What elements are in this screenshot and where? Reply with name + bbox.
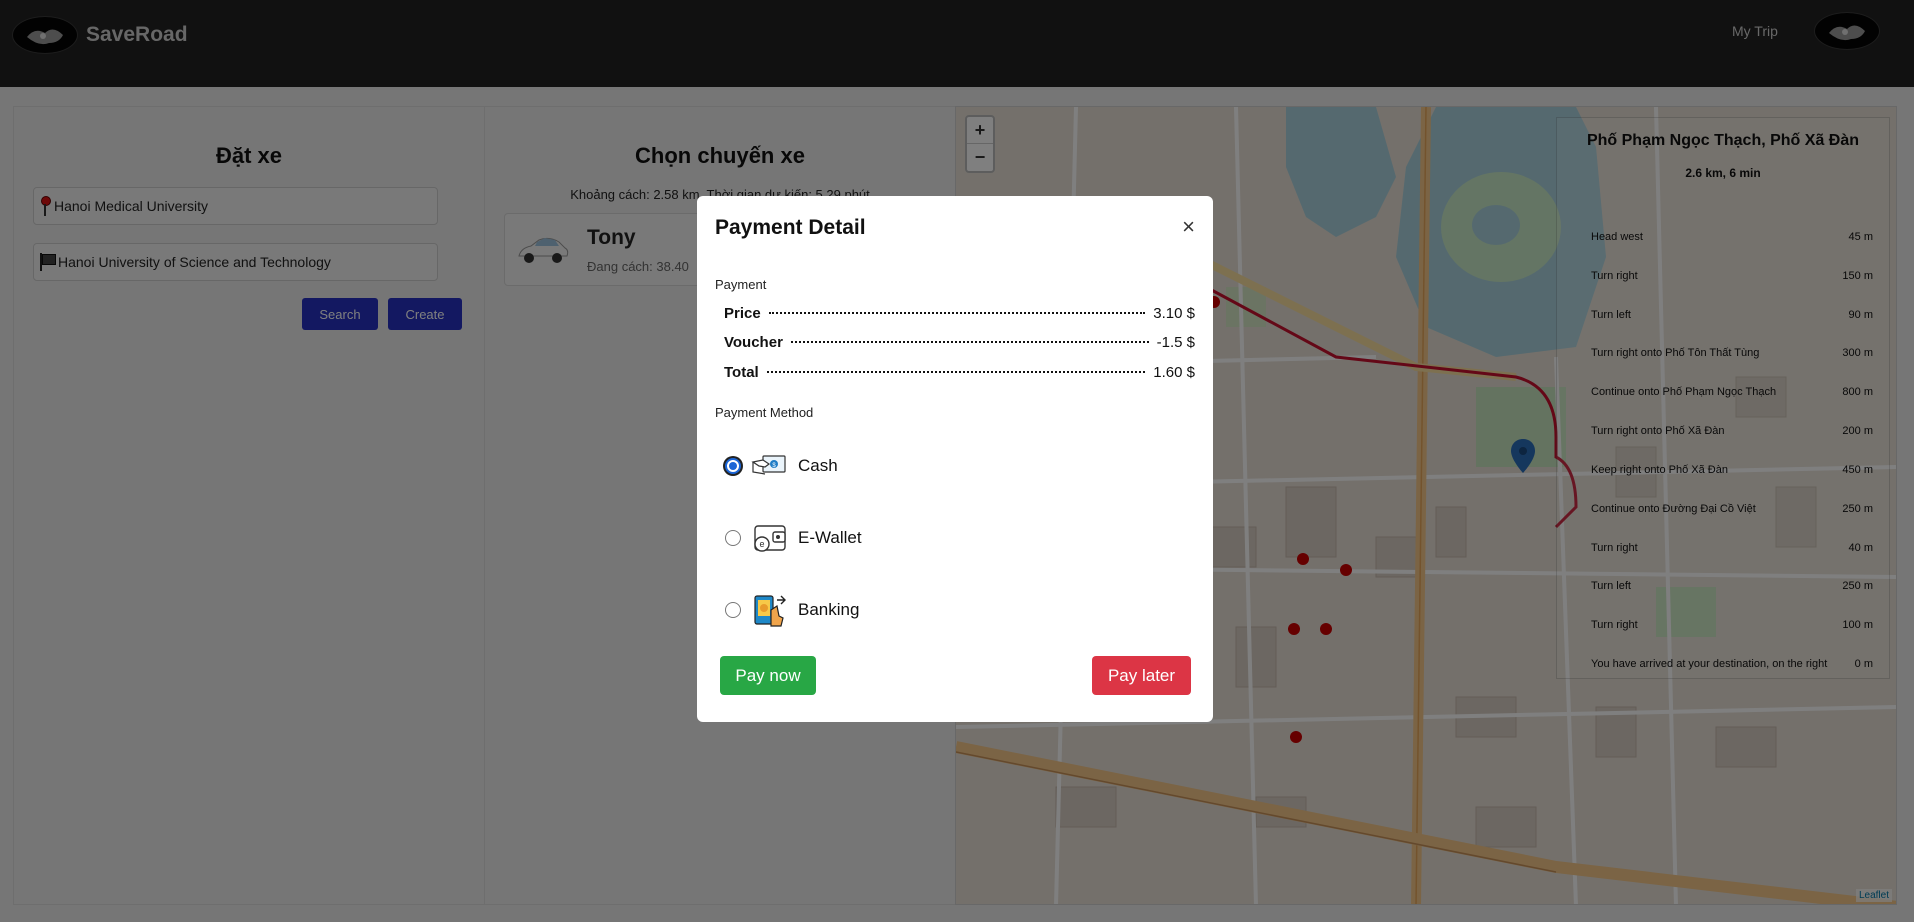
total-label: Total xyxy=(724,364,759,381)
banking-label: Banking xyxy=(798,600,860,619)
payment-option-cash[interactable]: $ Cash xyxy=(725,446,838,486)
pay-later-button[interactable]: Pay later xyxy=(1092,656,1191,695)
voucher-row: Voucher -1.5 $ xyxy=(724,334,1195,351)
e-wallet-label: E-Wallet xyxy=(798,528,862,547)
total-row: Total 1.60 $ xyxy=(724,364,1195,381)
price-label: Price xyxy=(724,305,761,322)
payment-option-banking[interactable]: Banking xyxy=(725,590,859,630)
voucher-value: -1.5 $ xyxy=(1156,334,1195,351)
cash-radio[interactable] xyxy=(725,458,741,474)
price-value: 3.10 $ xyxy=(1153,305,1195,322)
banking-icon xyxy=(754,595,786,627)
total-value: 1.60 $ xyxy=(1153,364,1195,381)
cash-label: Cash xyxy=(798,456,838,475)
total-dots xyxy=(766,371,1146,373)
cash-icon: $ xyxy=(751,455,786,475)
payment-option-e-wallet[interactable]: e E-Wallet xyxy=(725,518,862,558)
price-row: Price 3.10 $ xyxy=(724,305,1195,322)
svg-text:e: e xyxy=(759,539,764,549)
voucher-label: Voucher xyxy=(724,334,783,351)
voucher-dots xyxy=(790,341,1149,343)
price-dots xyxy=(768,312,1146,314)
payment-modal: Payment Detail × Payment Price 3.10 $ Vo… xyxy=(697,196,1213,722)
payment-method-label: Payment Method xyxy=(715,405,814,420)
close-icon[interactable]: × xyxy=(1182,216,1195,238)
banking-radio[interactable] xyxy=(725,602,741,618)
modal-title: Payment Detail xyxy=(715,216,866,239)
e-wallet-radio[interactable] xyxy=(725,530,741,546)
e-wallet-icon: e xyxy=(754,525,786,552)
pay-now-button[interactable]: Pay now xyxy=(720,656,816,695)
payment-section-label: Payment xyxy=(715,277,767,292)
